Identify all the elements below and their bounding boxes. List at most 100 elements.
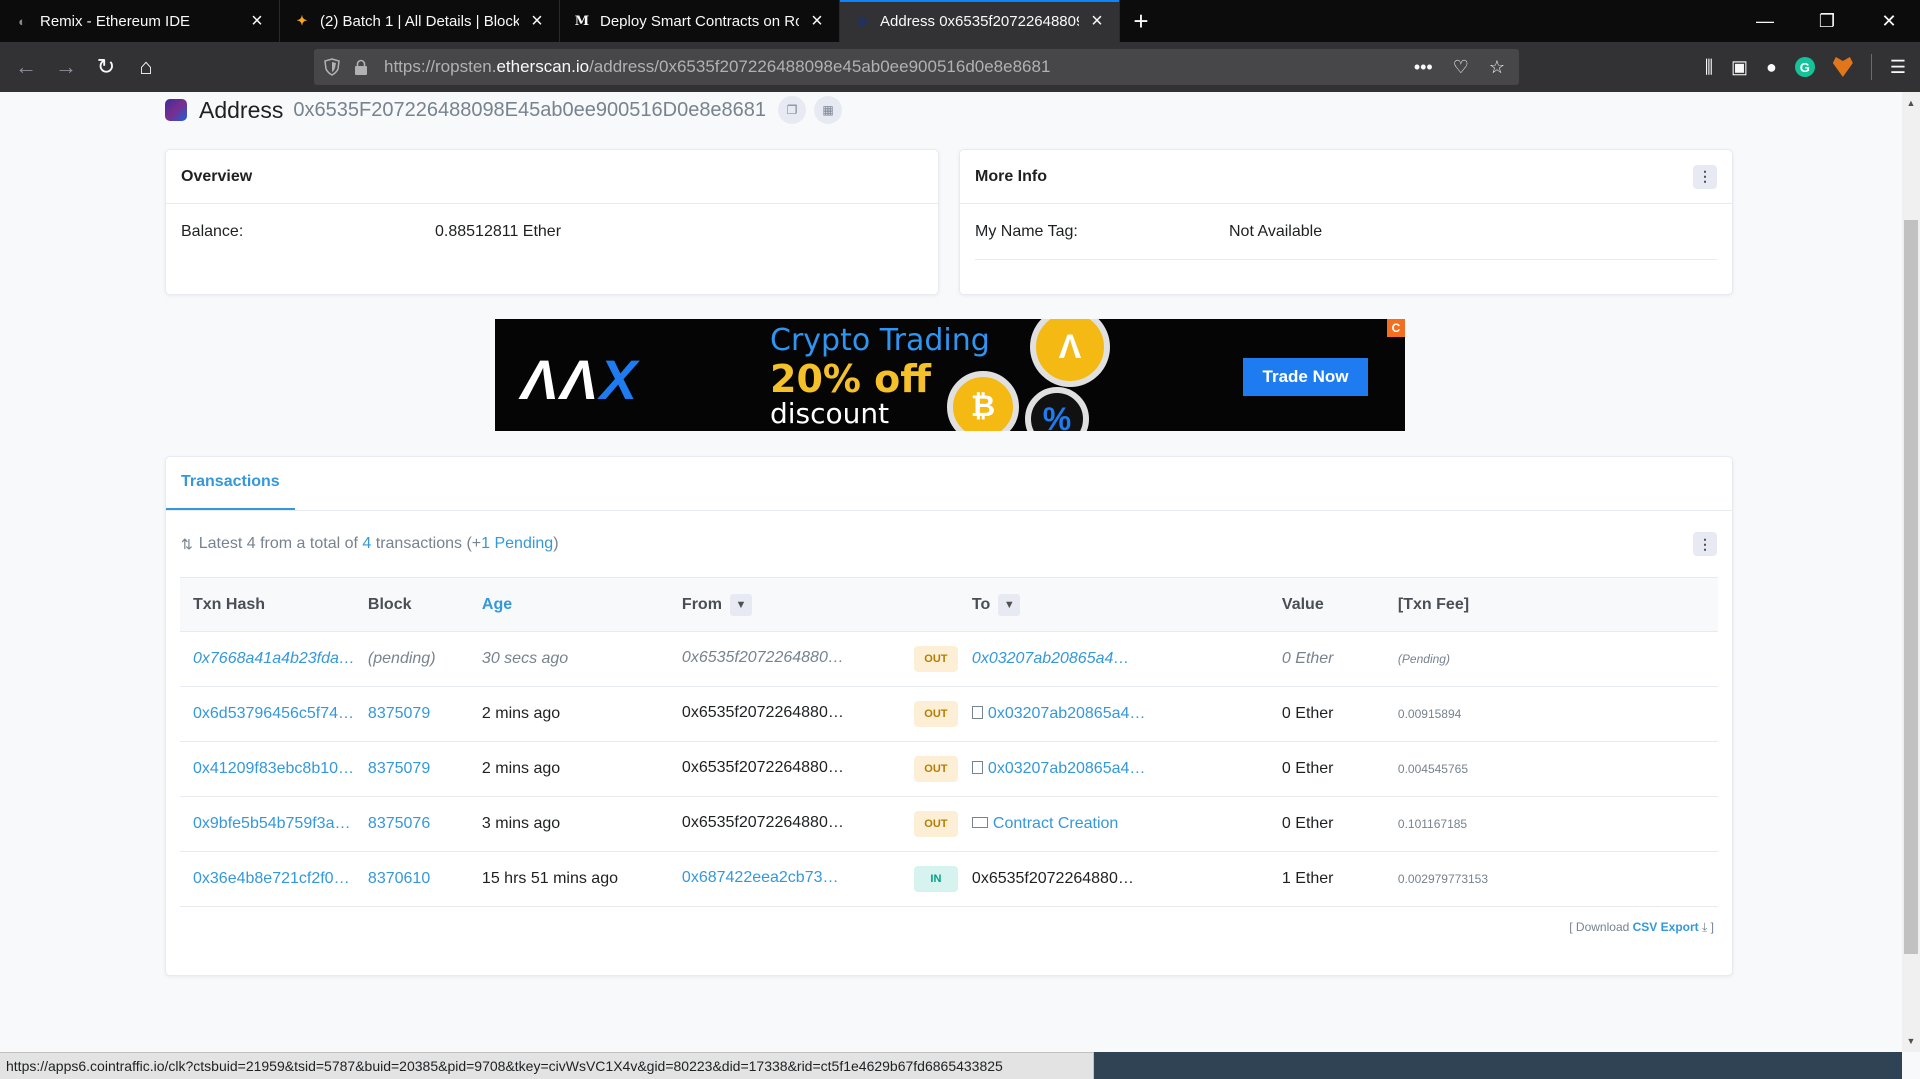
sidebar-icon[interactable]: ▣ [1731, 57, 1748, 78]
new-tab-button[interactable]: + [1120, 0, 1162, 42]
more-options-icon[interactable]: ⋮ [1693, 164, 1717, 189]
grammarly-icon[interactable]: G [1794, 57, 1815, 77]
tab-title: Deploy Smart Contracts on Rop [600, 12, 799, 30]
minimize-icon[interactable]: — [1734, 0, 1796, 42]
gear-aax-icon: Λ [1030, 319, 1110, 387]
age-cell: 2 mins ago [468, 741, 669, 797]
direction-badge: IN [913, 866, 958, 892]
transactions-summary: ⇅ Latest 4 from a total of 4 transaction… [166, 511, 1732, 577]
block-link[interactable]: 8370610 [354, 851, 469, 907]
page-content: Address 0x6535F207226488098E45ab0ee90051… [0, 92, 1902, 1052]
summary-count-link[interactable]: 4 [362, 535, 371, 553]
page-footer-strip [1094, 1052, 1902, 1079]
download-icon: ⤓ [1702, 920, 1708, 934]
copy-icon[interactable]: ❐ [778, 96, 807, 124]
reload-icon[interactable]: ↻ [86, 47, 126, 87]
more-info-header: More Info ⋮ [960, 150, 1732, 204]
close-icon[interactable]: × [527, 10, 547, 33]
table-row: 0x41209f83ebc8b10… 8375079 2 mins ago 0x… [180, 741, 1718, 797]
col-to: To ▼ [958, 577, 1269, 632]
pocket-icon[interactable]: ♡ [1453, 57, 1469, 78]
csv-suffix: ] [1710, 920, 1714, 934]
csv-export-link[interactable]: CSV Export [1633, 920, 1699, 934]
tab-transactions[interactable]: Transactions [166, 456, 295, 510]
age-cell: 3 mins ago [468, 796, 669, 852]
restore-icon[interactable]: ❐ [1796, 0, 1858, 42]
remix-icon: ◐ [18, 13, 26, 29]
lock-icon[interactable] [354, 59, 368, 75]
page-actions-icon[interactable]: ••• [1414, 57, 1433, 78]
csv-prefix: [ Download [1569, 920, 1630, 934]
close-icon[interactable]: × [247, 10, 267, 33]
fee-cell: 0.00915894 [1384, 686, 1718, 742]
to-cell: 0x03207ab20865a4… [958, 741, 1269, 797]
summary-end: ) [553, 535, 559, 552]
close-icon[interactable]: × [807, 10, 827, 33]
ad-banner[interactable]: ΛΛX Crypto Trading 20% off discount Λ ₿ … [495, 319, 1405, 431]
tab-etherscan-address[interactable]: ◉ Address 0x6535f207226488098 × [840, 0, 1120, 42]
more-options-icon[interactable]: ⋮ [1693, 532, 1717, 556]
txn-hash-link[interactable]: 0x41209f83ebc8b10… [180, 741, 355, 797]
tab-blockchain-batch[interactable]: ✦ (2) Batch 1 | All Details | Blockc × [280, 0, 560, 42]
txn-hash-link[interactable]: 0x36e4b8e721cf2f0… [180, 851, 355, 907]
txn-hash-link[interactable]: 0x9bfe5b54b759f3a… [180, 796, 355, 852]
contract-creation-link[interactable]: Contract Creation [993, 815, 1118, 832]
page-scrollbar[interactable]: ▲ ▼ [1902, 92, 1920, 1052]
status-bar-url: https://apps6.cointraffic.io/clk?ctsbuid… [0, 1052, 1094, 1079]
contract-creation-icon [971, 817, 988, 828]
from-address-link[interactable]: 0x687422eea2cb73… [682, 869, 914, 887]
tracking-shield-icon[interactable] [324, 58, 340, 76]
to-address-link[interactable]: 0x03207ab20865a4… [958, 631, 1269, 687]
col-value: Value [1268, 577, 1385, 632]
forward-icon[interactable]: → [46, 47, 86, 87]
scroll-up-icon[interactable]: ▲ [1902, 94, 1920, 112]
transactions-card: Transactions ⇅ Latest 4 from a total of … [165, 456, 1733, 976]
close-icon[interactable]: × [1087, 10, 1107, 33]
col-age[interactable]: Age [468, 577, 669, 632]
metamask-icon[interactable] [1832, 57, 1853, 77]
ad-choices-icon[interactable]: C [1387, 319, 1405, 337]
csv-download: [ Download CSV Export ⤓ ] [1569, 920, 1714, 935]
table-header-row: Txn Hash Block Age From ▼ To ▼ Value [Txn … [180, 577, 1718, 632]
scrollbar-thumb[interactable] [1904, 220, 1918, 954]
library-icon[interactable]: ⫼ [1705, 57, 1713, 78]
qr-code-icon[interactable]: ▦ [814, 96, 843, 124]
tab-title: Remix - Ethereum IDE [40, 12, 191, 30]
to-address-link[interactable]: 0x03207ab20865a4… [988, 705, 1145, 722]
bookmark-star-icon[interactable]: ☆ [1489, 57, 1505, 78]
to-address-link[interactable]: 0x03207ab20865a4… [988, 760, 1145, 777]
fee-cell: (Pending) [1384, 631, 1718, 687]
block-link[interactable]: 8375079 [354, 741, 469, 797]
col-from-label: From [681, 595, 722, 613]
url-path: /address/0x6535f207226488098e45ab0ee9005… [589, 57, 1051, 76]
col-from: From ▼ [668, 577, 959, 632]
col-txn-hash: Txn Hash [180, 577, 355, 632]
home-icon[interactable]: ⌂ [126, 47, 166, 87]
address-avatar-icon [165, 99, 187, 121]
scroll-down-icon[interactable]: ▼ [1902, 1032, 1920, 1050]
window-controls: — ❐ ✕ [1734, 0, 1920, 42]
col-block: Block [354, 577, 469, 632]
gear-bitcoin-icon: ₿ [947, 371, 1019, 431]
menu-icon[interactable]: ☰ [1890, 57, 1906, 78]
fee-cell: 0.002979773153 [1384, 851, 1718, 907]
close-window-icon[interactable]: ✕ [1858, 0, 1920, 42]
ad-trade-now-button[interactable]: Trade Now [1243, 358, 1368, 396]
txn-hash-link[interactable]: 0x6d53796456c5f74… [180, 686, 355, 742]
url-text[interactable]: https://ropsten.etherscan.io/address/0x6… [384, 57, 1050, 77]
txn-hash-link[interactable]: 0x7668a41a4b23fda… [180, 631, 355, 687]
direction-badge: OUT [913, 646, 958, 672]
account-icon[interactable]: ● [1766, 57, 1777, 78]
block-link[interactable]: 8375076 [354, 796, 469, 852]
tab-remix[interactable]: ◐ Remix - Ethereum IDE × [0, 0, 280, 42]
block-link[interactable]: 8375079 [354, 686, 469, 742]
back-icon[interactable]: ← [6, 47, 46, 87]
address-bar[interactable]: https://ropsten.etherscan.io/address/0x6… [314, 49, 1519, 85]
sort-icon: ⇅ [181, 535, 193, 552]
from-cell: 0x6535f2072264880… OUT [668, 796, 959, 852]
balance-value: 0.88512811 Ether [435, 223, 562, 240]
filter-icon[interactable]: ▼ [998, 593, 1021, 616]
filter-icon[interactable]: ▼ [729, 593, 752, 616]
pending-link[interactable]: 1 Pending [481, 535, 553, 553]
tab-medium-article[interactable]: M Deploy Smart Contracts on Rop × [560, 0, 840, 42]
